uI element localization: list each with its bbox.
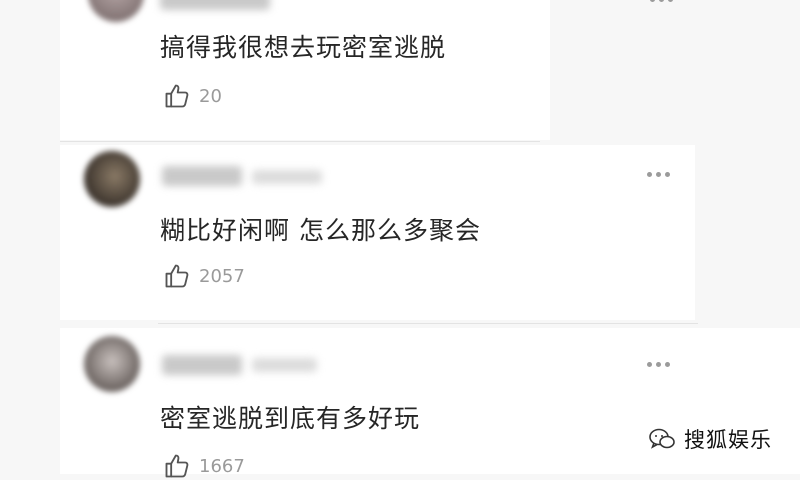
username-blurred: [162, 166, 242, 186]
avatar[interactable]: [84, 336, 140, 392]
like-button[interactable]: 2057: [163, 262, 245, 290]
watermark-text: 搜狐娱乐: [684, 428, 772, 452]
more-options-button[interactable]: [650, 0, 673, 2]
thumbs-up-icon: [165, 84, 189, 108]
comment-text: 糊比好闲啊 怎么那么多聚会: [160, 216, 481, 245]
thumbs-up-icon: [165, 264, 189, 288]
comment-text: 密室逃脱到底有多好玩: [160, 404, 421, 433]
wechat-icon: [649, 428, 675, 449]
divider: [158, 323, 698, 324]
comment-item-1: [60, 0, 550, 140]
divider: [60, 141, 540, 142]
like-count: 20: [199, 85, 222, 107]
username-blurred: [160, 0, 270, 10]
comment-text: 搞得我很想去玩密室逃脱: [160, 33, 447, 62]
like-button[interactable]: 20: [163, 82, 222, 110]
avatar[interactable]: [84, 151, 140, 207]
like-button[interactable]: 1667: [163, 452, 245, 480]
username-blurred: [162, 355, 242, 375]
thumbs-up-icon: [165, 454, 189, 478]
timestamp-blurred: [252, 358, 317, 372]
more-options-button[interactable]: [647, 172, 670, 177]
watermark: 搜狐娱乐: [648, 424, 772, 454]
like-count: 1667: [199, 455, 245, 477]
like-count: 2057: [199, 265, 245, 287]
more-options-button[interactable]: [647, 362, 670, 367]
timestamp-blurred: [252, 170, 322, 184]
